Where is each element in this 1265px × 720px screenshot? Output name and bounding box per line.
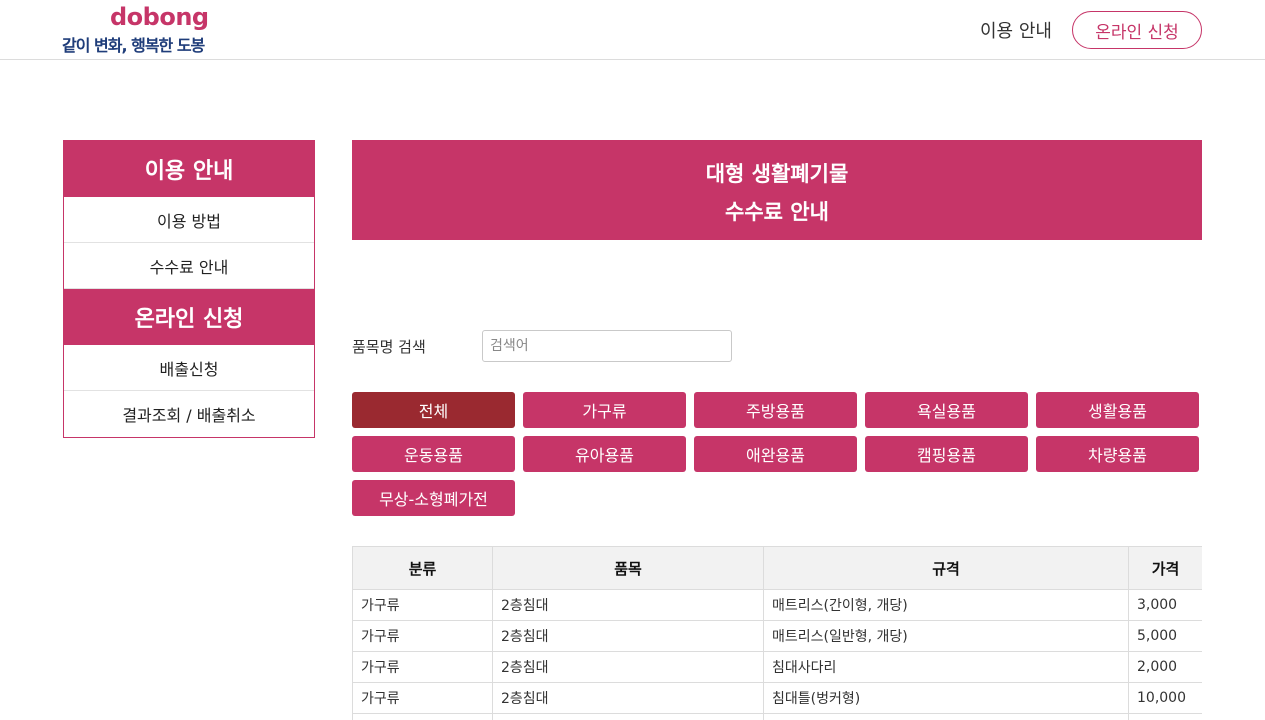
cell-spec: 침대사다리 [763, 651, 1129, 683]
cell-category: 가구류 [352, 589, 493, 621]
cell-category: 가구류 [352, 651, 493, 683]
item-search-input[interactable] [482, 330, 732, 362]
sidebar-item-fee-guide[interactable]: 수수료 안내 [64, 243, 314, 289]
sidebar: 이용 안내 이용 방법 수수료 안내 온라인 신청 배출신청 결과조회 / 배출… [63, 140, 315, 438]
sidebar-section-apply-title: 온라인 신청 [64, 289, 314, 345]
logo-slogan: 같이 변화, 행복한 도봉 [62, 36, 205, 55]
cell-price: 2,000 [1128, 651, 1202, 683]
cell-category: 가구류 [352, 682, 493, 714]
cell-category [352, 713, 493, 720]
page-title-line2: 수수료 안내 [725, 200, 829, 224]
sidebar-item-usage-method[interactable]: 이용 방법 [64, 197, 314, 243]
table-row: 가구류 2층침대 침대틀(벙커형) 10,000 [352, 682, 1202, 714]
category-vehicle-button[interactable]: 차량용품 [1036, 436, 1199, 472]
table-row: 가구류 2층침대 매트리스(간이형, 개당) 3,000 [352, 589, 1202, 621]
cell-price: 5,000 [1128, 620, 1202, 652]
cell-price [1128, 713, 1202, 720]
category-baby-button[interactable]: 유아용품 [523, 436, 686, 472]
cell-price: 10,000 [1128, 682, 1202, 714]
logo-wordmark: dobong [110, 3, 209, 31]
category-kitchen-button[interactable]: 주방용품 [694, 392, 857, 428]
cell-category: 가구류 [352, 620, 493, 652]
fee-table-container: 분류 품목 규격 가격 가구류 2층침대 매트리스(간이형, 개당) 3,000… [352, 546, 1202, 720]
cell-item: 2층침대 [492, 682, 764, 714]
sidebar-item-result-cancel[interactable]: 결과조회 / 배출취소 [64, 391, 314, 437]
column-header-price: 가격 [1128, 546, 1202, 590]
table-row: 가구류 2층침대 매트리스(일반형, 개당) 5,000 [352, 620, 1202, 652]
sidebar-section-guide-title: 이용 안내 [64, 141, 314, 197]
category-camping-button[interactable]: 캠핑용품 [865, 436, 1028, 472]
category-bathroom-button[interactable]: 욕실용품 [865, 392, 1028, 428]
cell-item [492, 713, 764, 720]
cell-spec: 매트리스(간이형, 개당) [763, 589, 1129, 621]
category-pet-button[interactable]: 애완용품 [694, 436, 857, 472]
cell-spec [763, 713, 1129, 720]
sidebar-item-disposal-request[interactable]: 배출신청 [64, 345, 314, 391]
cell-spec: 침대틀(벙커형) [763, 682, 1129, 714]
cell-item: 2층침대 [492, 589, 764, 621]
page-title-line1: 대형 생활폐기물 [705, 162, 849, 186]
nav-guide-link[interactable]: 이용 안내 [980, 17, 1052, 43]
column-header-spec: 규격 [763, 546, 1129, 590]
column-header-category: 분류 [352, 546, 493, 590]
page-title-banner: 대형 생활폐기물 수수료 안내 [352, 140, 1202, 240]
table-row [352, 713, 1202, 720]
category-filter-group: 전체 가구류 주방용품 욕실용품 생활용품 운동용품 유아용품 애완용품 캠핑용… [352, 392, 1202, 516]
table-header-row: 분류 품목 규격 가격 [352, 546, 1202, 590]
category-all-button[interactable]: 전체 [352, 392, 515, 428]
category-free-small-appliance-button[interactable]: 무상-소형폐가전 [352, 480, 515, 516]
category-sports-button[interactable]: 운동용품 [352, 436, 515, 472]
cell-item: 2층침대 [492, 651, 764, 683]
search-label: 품목명 검색 [352, 338, 426, 356]
dobong-logo[interactable]: dobong 같이 변화, 행복한 도봉 [62, 3, 209, 57]
category-furniture-button[interactable]: 가구류 [523, 392, 686, 428]
cell-spec: 매트리스(일반형, 개당) [763, 620, 1129, 652]
cell-item: 2층침대 [492, 620, 764, 652]
nav-online-apply-button[interactable]: 온라인 신청 [1072, 11, 1202, 49]
site-header: dobong 같이 변화, 행복한 도봉 이용 안내 온라인 신청 [0, 0, 1265, 60]
table-row: 가구류 2층침대 침대사다리 2,000 [352, 651, 1202, 683]
cell-price: 3,000 [1128, 589, 1202, 621]
category-household-button[interactable]: 생활용품 [1036, 392, 1199, 428]
column-header-item: 품목 [492, 546, 764, 590]
fee-table: 분류 품목 규격 가격 가구류 2층침대 매트리스(간이형, 개당) 3,000… [352, 546, 1202, 720]
